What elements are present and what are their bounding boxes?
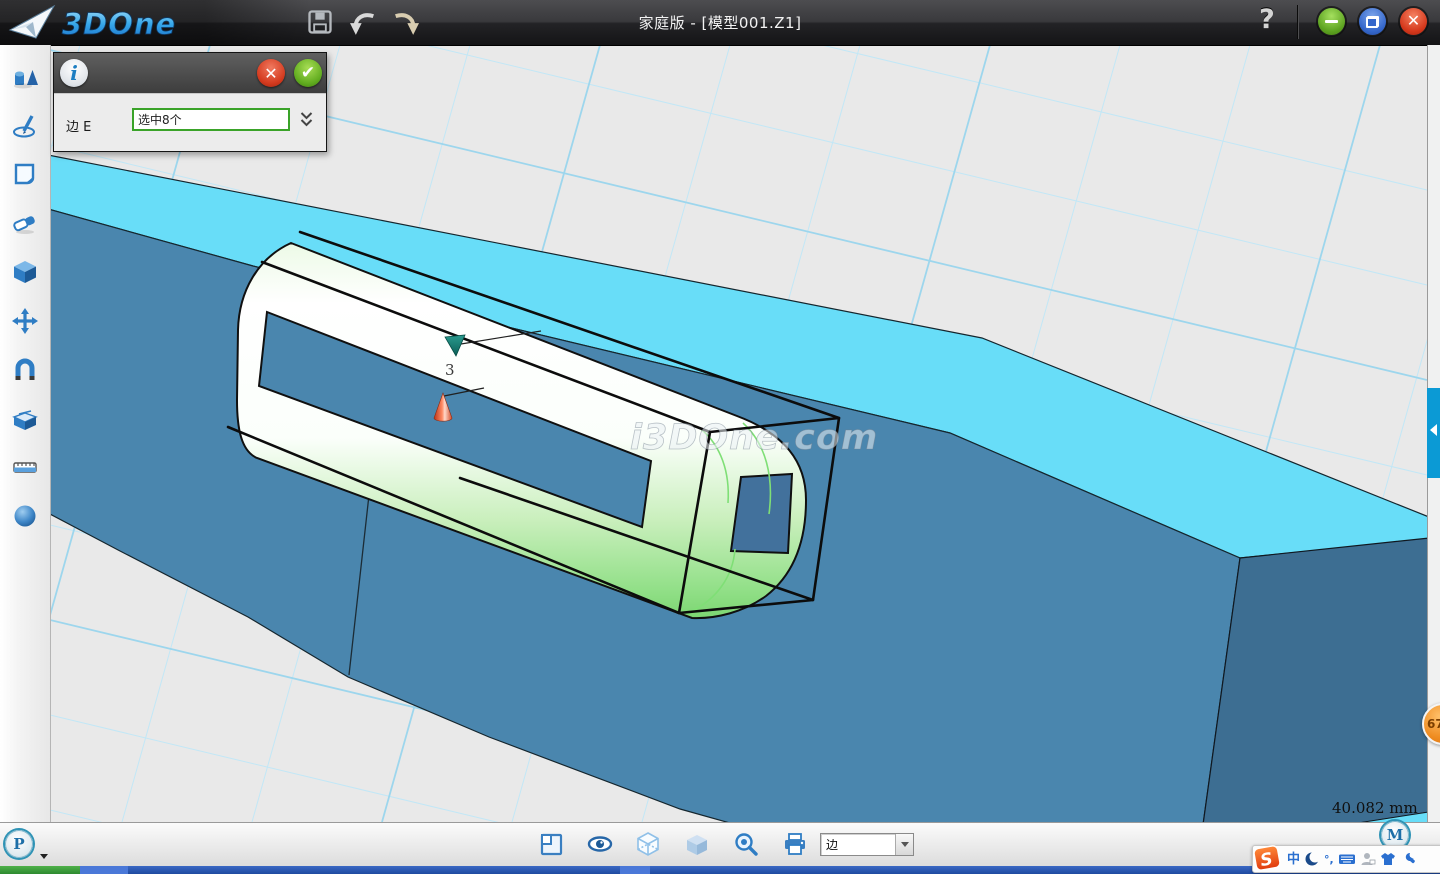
help-button[interactable]: ? [1250, 4, 1284, 40]
minimize-icon [1325, 20, 1338, 23]
wireframe-cube-button[interactable] [635, 831, 661, 857]
bottom-toolbar [0, 822, 1440, 867]
os-taskbar [0, 866, 1440, 874]
sketch-pencil-icon[interactable] [11, 112, 39, 140]
ime-punctuation-button[interactable]: °, [1324, 854, 1334, 865]
print-button[interactable] [782, 831, 808, 857]
measurement-label: 40.082 mm [1332, 799, 1418, 817]
display-mode-select[interactable]: 边 [820, 833, 914, 856]
dialog-confirm-button[interactable]: ✔ [294, 59, 322, 87]
edge-selection-input[interactable] [132, 108, 290, 131]
taskbar-button[interactable] [80, 866, 128, 874]
ime-fullwidth-moon-icon[interactable] [1304, 851, 1320, 867]
expand-chevrons-icon[interactable] [300, 112, 313, 128]
ime-settings-wrench-icon[interactable] [1400, 851, 1416, 867]
title-bar: 3DOne 家庭版 - [模型001.Z1] ? ✕ [0, 0, 1440, 46]
pattern-menu-button[interactable]: P [5, 830, 33, 858]
assembly-magnet-icon[interactable] [11, 356, 39, 384]
left-toolbar [0, 45, 51, 822]
titlebar-separator [1297, 5, 1299, 39]
taskbar-button[interactable] [620, 866, 650, 874]
panel-arrow-icon [1430, 424, 1437, 436]
view-layout-button[interactable] [538, 831, 564, 857]
primitive-solids-icon[interactable] [11, 64, 39, 92]
sogou-logo-icon[interactable]: S [1250, 841, 1284, 874]
visibility-eye-button[interactable] [587, 831, 613, 857]
zoom-search-button[interactable] [733, 831, 759, 857]
display-mode-value: 边 [821, 836, 895, 853]
ime-chinese-mode-button[interactable]: 中 [1287, 853, 1300, 866]
info-icon: i [60, 59, 88, 87]
watermark: i3DOne.com [630, 418, 878, 458]
app-window: 3 i3DOne.com 40.082 mm 3DOne [0, 0, 1440, 874]
measure-ruler-icon[interactable] [11, 453, 39, 481]
special-box-icon[interactable] [11, 405, 39, 433]
restore-button[interactable] [1359, 8, 1386, 35]
selection-dialog: i ✕ ✔ 边 E [53, 52, 327, 152]
restore-icon [1366, 16, 1379, 28]
ime-keyboard-icon[interactable] [1338, 851, 1356, 867]
material-sphere-icon[interactable] [11, 502, 39, 530]
fillet-radius-label: 3 [445, 361, 455, 379]
pattern-menu-caret-icon[interactable] [40, 854, 48, 859]
start-button-edge[interactable] [0, 866, 80, 874]
dialog-cancel-button[interactable]: ✕ [257, 59, 285, 87]
edge-field-label: 边 E [66, 116, 91, 135]
dialog-body: 边 E [54, 93, 326, 151]
window-title: 家庭版 - [模型001.Z1] [0, 12, 1440, 33]
ime-toolbar: S 中 °, [1252, 845, 1440, 873]
move-arrows-icon[interactable] [11, 307, 39, 335]
shaded-cube-button[interactable] [684, 831, 710, 857]
close-icon: ✕ [1407, 13, 1420, 29]
dropdown-arrow-icon[interactable] [895, 834, 913, 855]
minimize-button[interactable] [1318, 8, 1345, 35]
ime-dictionary-person-icon[interactable] [1360, 851, 1376, 867]
sketch-plane-icon[interactable] [11, 160, 39, 188]
trim-tool-icon[interactable] [11, 209, 39, 237]
solid-block-icon[interactable] [11, 258, 39, 286]
close-button[interactable]: ✕ [1400, 8, 1427, 35]
fillet-end-window[interactable] [731, 474, 792, 553]
dialog-header[interactable]: i ✕ ✔ [54, 53, 326, 93]
ime-skin-shirt-icon[interactable] [1380, 851, 1396, 867]
